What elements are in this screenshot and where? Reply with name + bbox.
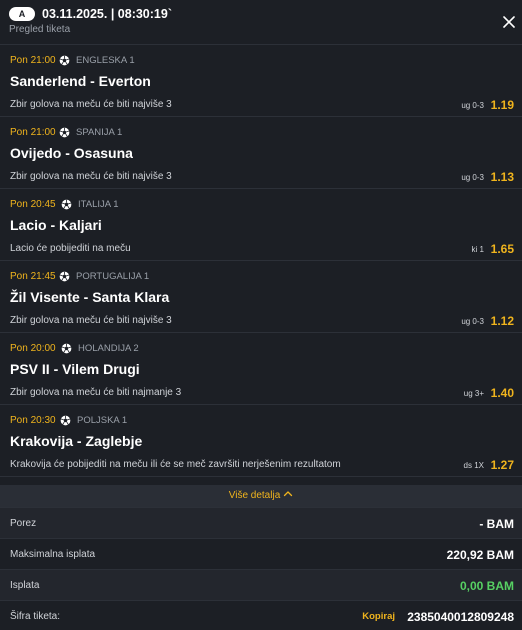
bet-code: ki 1: [471, 245, 484, 254]
match-time: Pon 21:00: [10, 127, 56, 138]
match-time: Pon 20:00: [10, 343, 56, 354]
match-item[interactable]: Pon 20:00 HOLANDIJA 2 PSV II - Vilem Dru…: [0, 333, 522, 404]
ticket-subtitle: Pregled tiketa: [9, 24, 71, 35]
match-time: Pon 21:00: [10, 55, 56, 66]
ticket-header: A 03.11.2025. | 08:30:19` Pregled tiketa: [0, 0, 522, 44]
more-details-button[interactable]: Više detalja: [0, 485, 522, 507]
match-item[interactable]: Pon 20:30 POLJSKA 1 Krakovija - Zaglebje…: [0, 405, 522, 476]
payout-label: Isplata: [10, 580, 40, 591]
payout-value: 0,00 BAM: [459, 579, 514, 593]
match-time: Pon 20:30: [10, 415, 56, 426]
soccer-ball-icon: [61, 199, 72, 210]
bet-code: ds 1X: [463, 461, 484, 470]
match-league: PORTUGALIJA 1: [76, 271, 150, 282]
match-item[interactable]: Pon 21:00 SPANIJA 1 Ovijedo - Osasuna Zb…: [0, 117, 522, 188]
ticket-datetime: 03.11.2025. | 08:30:19`: [42, 7, 172, 21]
match-item[interactable]: Pon 21:00 ENGLESKA 1 Sanderlend - Everto…: [0, 45, 522, 116]
bet-odd: 1.13: [490, 170, 514, 184]
bet-odd: 1.27: [490, 458, 514, 472]
match-bet: Lacio će pobijediti na meču: [10, 243, 131, 254]
bet-code: ug 0-3: [461, 317, 484, 326]
bet-odd: 1.65: [490, 242, 514, 256]
match-bet: Zbir golova na meču će biti najviše 3: [10, 171, 172, 182]
ticket-code-label: Šifra tiketa:: [10, 611, 61, 622]
divider: [0, 476, 522, 477]
bet-code: ug 0-3: [461, 101, 484, 110]
bet-odd: 1.19: [490, 98, 514, 112]
bet-code: ug 3+: [463, 389, 484, 398]
soccer-ball-icon: [61, 343, 72, 354]
max-payout-value: 220,92 BAM: [446, 548, 514, 562]
match-bet: Krakovija će pobijediti na meču ili će s…: [10, 459, 341, 470]
match-teams: Žil Visente - Santa Klara: [10, 289, 170, 305]
payout-row: Isplata 0,00 BAM: [0, 569, 522, 600]
match-league: HOLANDIJA 2: [78, 343, 139, 354]
match-item[interactable]: Pon 21:45 PORTUGALIJA 1 Žil Visente - Sa…: [0, 261, 522, 332]
copy-button[interactable]: Kopiraj: [362, 611, 395, 623]
bet-odd: 1.40: [490, 386, 514, 400]
more-details-label: Više detalja: [228, 490, 281, 501]
bet-odd: 1.12: [490, 314, 514, 328]
match-time: Pon 20:45: [10, 199, 56, 210]
match-bet: Zbir golova na meču će biti najviše 3: [10, 315, 172, 326]
max-payout-row: Maksimalna isplata 220,92 BAM: [0, 538, 522, 569]
match-league: SPANIJA 1: [76, 127, 123, 138]
match-teams: PSV II - Vilem Drugi: [10, 361, 140, 377]
ticket-badge: A: [9, 7, 35, 21]
soccer-ball-icon: [59, 271, 70, 282]
ticket-code-value: 2385040012809248: [407, 610, 514, 624]
match-item[interactable]: Pon 20:45 ITALIJA 1 Lacio - Kaljari Laci…: [0, 189, 522, 260]
match-teams: Sanderlend - Everton: [10, 73, 151, 89]
bet-code: ug 0-3: [461, 173, 484, 182]
soccer-ball-icon: [59, 127, 70, 138]
tax-row: Porez - BAM: [0, 507, 522, 538]
tax-value: - BAM: [479, 517, 514, 531]
match-league: ENGLESKA 1: [76, 55, 135, 66]
ticket-code-row: Šifra tiketa: Kopiraj 2385040012809248: [0, 600, 522, 630]
chevron-up-icon: [284, 491, 293, 497]
match-time: Pon 21:45: [10, 271, 56, 282]
soccer-ball-icon: [60, 415, 71, 426]
match-teams: Ovijedo - Osasuna: [10, 145, 133, 161]
match-bet: Zbir golova na meču će biti najmanje 3: [10, 387, 182, 398]
match-league: POLJSKA 1: [77, 415, 128, 426]
tax-label: Porez: [10, 518, 37, 529]
close-icon[interactable]: [500, 13, 518, 31]
match-league: ITALIJA 1: [78, 199, 119, 210]
match-teams: Krakovija - Zaglebje: [10, 433, 143, 449]
match-bet: Zbir golova na meču će biti najviše 3: [10, 99, 172, 110]
match-teams: Lacio - Kaljari: [10, 217, 102, 233]
max-payout-label: Maksimalna isplata: [10, 549, 96, 560]
soccer-ball-icon: [59, 55, 70, 66]
